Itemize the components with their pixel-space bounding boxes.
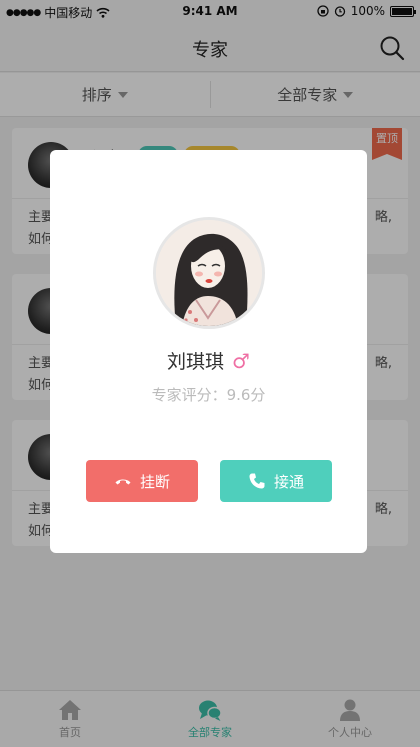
caller-rating: 专家评分：9.6分 <box>151 386 266 404</box>
hangup-button[interactable]: 挂断 <box>86 460 198 502</box>
answer-button[interactable]: 接通 <box>220 460 332 502</box>
phone-icon <box>249 473 265 489</box>
caller-avatar <box>153 217 265 329</box>
gender-icon: ♂ <box>232 348 250 373</box>
incoming-call-dialog: 刘琪琪 ♂ 专家评分：9.6分 挂断 接通 <box>50 150 367 553</box>
caller-name-row: 刘琪琪 ♂ <box>50 347 367 374</box>
hangup-phone-icon <box>115 479 131 485</box>
caller-portrait-image <box>156 220 262 326</box>
answer-label: 接通 <box>273 472 304 491</box>
hangup-label: 挂断 <box>139 472 170 491</box>
caller-name: 刘琪琪 <box>167 351 225 373</box>
